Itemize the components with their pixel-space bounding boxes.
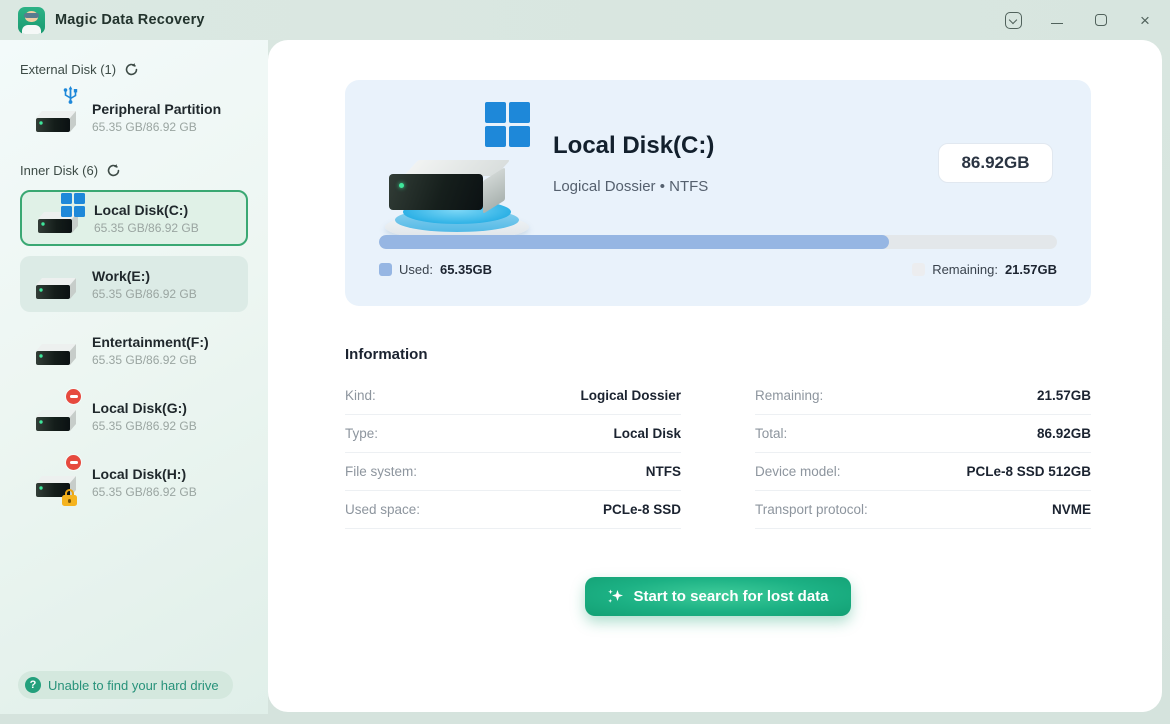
close-button[interactable]: × [1136,11,1154,29]
sidebar-item-local-disk-c[interactable]: Local Disk(C:) 65.35 GB/86.92 GB [20,190,248,246]
disk-summary-card: Local Disk(C:) Logical Dossier • NTFS 86… [345,80,1091,306]
sidebar-item-local-disk-h[interactable]: Local Disk(H:) 65.35 GB/86.92 GB [20,454,248,510]
hard-drive-illustration [377,102,537,242]
disk-size: 65.35 GB/86.92 GB [94,221,199,235]
refresh-icon[interactable] [106,163,121,178]
info-row-total: Total: 86.92GB [755,415,1091,453]
information-table: Kind: Logical Dossier Remaining: 21.57GB… [345,377,1091,529]
remaining-value: 21.57GB [1005,262,1057,277]
blocked-icon [65,454,82,471]
maximize-button[interactable] [1092,11,1110,29]
information-heading: Information [345,346,1091,363]
inner-disk-group-label: Inner Disk (6) [20,163,98,178]
legend-remaining: Remaining: 21.57GB [912,262,1057,277]
usage-progress-bar [379,235,1057,249]
chevron-down-icon [1005,12,1022,29]
close-icon: × [1140,12,1150,29]
disk-size: 65.35 GB/86.92 GB [92,485,197,499]
capacity-chip: 86.92GB [938,143,1053,183]
sidebar-item-local-disk-g[interactable]: Local Disk(G:) 65.35 GB/86.92 GB [20,388,248,444]
help-badge[interactable]: ? Unable to find your hard drive [18,671,233,699]
info-row-used-space: Used space: PCLe-8 SSD [345,491,681,529]
windows-logo-icon [61,193,86,218]
used-swatch-icon [379,263,392,276]
usb-icon [63,86,78,109]
windows-logo-icon [485,102,531,148]
minimize-button[interactable] [1048,11,1066,29]
question-circle-icon: ? [25,677,41,693]
sidebar-item-peripheral-partition[interactable]: Peripheral Partition 65.35 GB/86.92 GB [20,89,248,145]
disk-name: Entertainment(F:) [92,334,209,350]
info-row-remaining: Remaining: 21.57GB [755,377,1091,415]
hard-drive-icon [32,266,80,302]
remaining-swatch-icon [912,263,925,276]
app-title: Magic Data Recovery [55,12,205,28]
disk-name: Work(E:) [92,268,197,284]
sidebar-item-entertainment-f[interactable]: Entertainment(F:) 65.35 GB/86.92 GB [20,322,248,378]
hard-drive-icon [32,332,80,368]
disk-size: 65.35 GB/86.92 GB [92,287,197,301]
disk-name: Local Disk(C:) [94,202,199,218]
hard-drive-icon [32,464,80,500]
hard-drive-icon [32,398,80,434]
titlebar: Magic Data Recovery × [0,0,1170,40]
info-row-file-system: File system: NTFS [345,453,681,491]
usage-progress-fill [379,235,889,249]
disk-size: 65.35 GB/86.92 GB [92,419,197,433]
disk-name: Peripheral Partition [92,101,221,117]
maximize-icon [1095,14,1107,26]
info-row-kind: Kind: Logical Dossier [345,377,681,415]
hard-drive-icon [32,99,80,135]
used-value: 65.35GB [440,262,492,277]
legend-used: Used: 65.35GB [379,262,492,277]
window-menu-button[interactable] [1004,11,1022,29]
info-row-device-model: Device model: PCLe-8 SSD 512GB [755,453,1091,491]
hard-drive-icon [34,200,82,236]
info-row-type: Type: Local Disk [345,415,681,453]
lock-icon [62,489,77,506]
blocked-icon [65,388,82,405]
external-disk-group-label: External Disk (1) [20,62,116,77]
main-panel: Local Disk(C:) Logical Dossier • NTFS 86… [268,40,1162,712]
disk-size: 65.35 GB/86.92 GB [92,120,221,134]
disk-name: Local Disk(G:) [92,400,197,416]
disk-name: Local Disk(H:) [92,466,197,482]
used-label: Used: [399,262,433,277]
help-badge-label: Unable to find your hard drive [48,678,219,693]
app-logo-icon [18,7,45,34]
info-row-transport-protocol: Transport protocol: NVME [755,491,1091,529]
disk-subtitle: Logical Dossier • NTFS [553,178,708,195]
minimize-icon [1051,23,1063,24]
remaining-label: Remaining: [932,262,998,277]
sidebar: External Disk (1) [0,40,268,714]
sparkle-icon [607,588,624,605]
start-search-button[interactable]: Start to search for lost data [585,577,850,616]
sidebar-item-work-e[interactable]: Work(E:) 65.35 GB/86.92 GB [20,256,248,312]
disk-size: 65.35 GB/86.92 GB [92,353,209,367]
refresh-icon[interactable] [124,62,139,77]
start-search-label: Start to search for lost data [633,588,828,605]
disk-title: Local Disk(C:) [553,132,714,160]
